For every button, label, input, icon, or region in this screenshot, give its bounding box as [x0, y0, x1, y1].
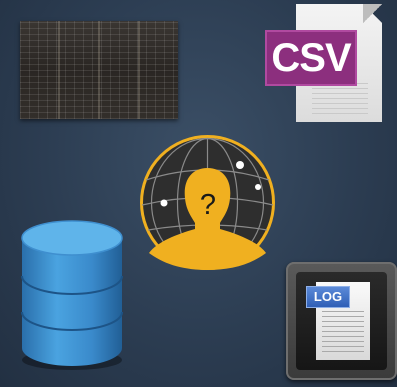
- log-page-lines: [322, 310, 364, 352]
- csv-page-fold: [363, 4, 382, 23]
- log-badge: LOG: [306, 286, 350, 308]
- unknown-user-question-mark: ?: [199, 189, 217, 221]
- spreadsheet-thumbnail[interactable]: [20, 21, 178, 119]
- csv-page-lines: [312, 82, 368, 114]
- csv-badge: CSV: [265, 30, 357, 86]
- database-icon[interactable]: [18, 220, 126, 372]
